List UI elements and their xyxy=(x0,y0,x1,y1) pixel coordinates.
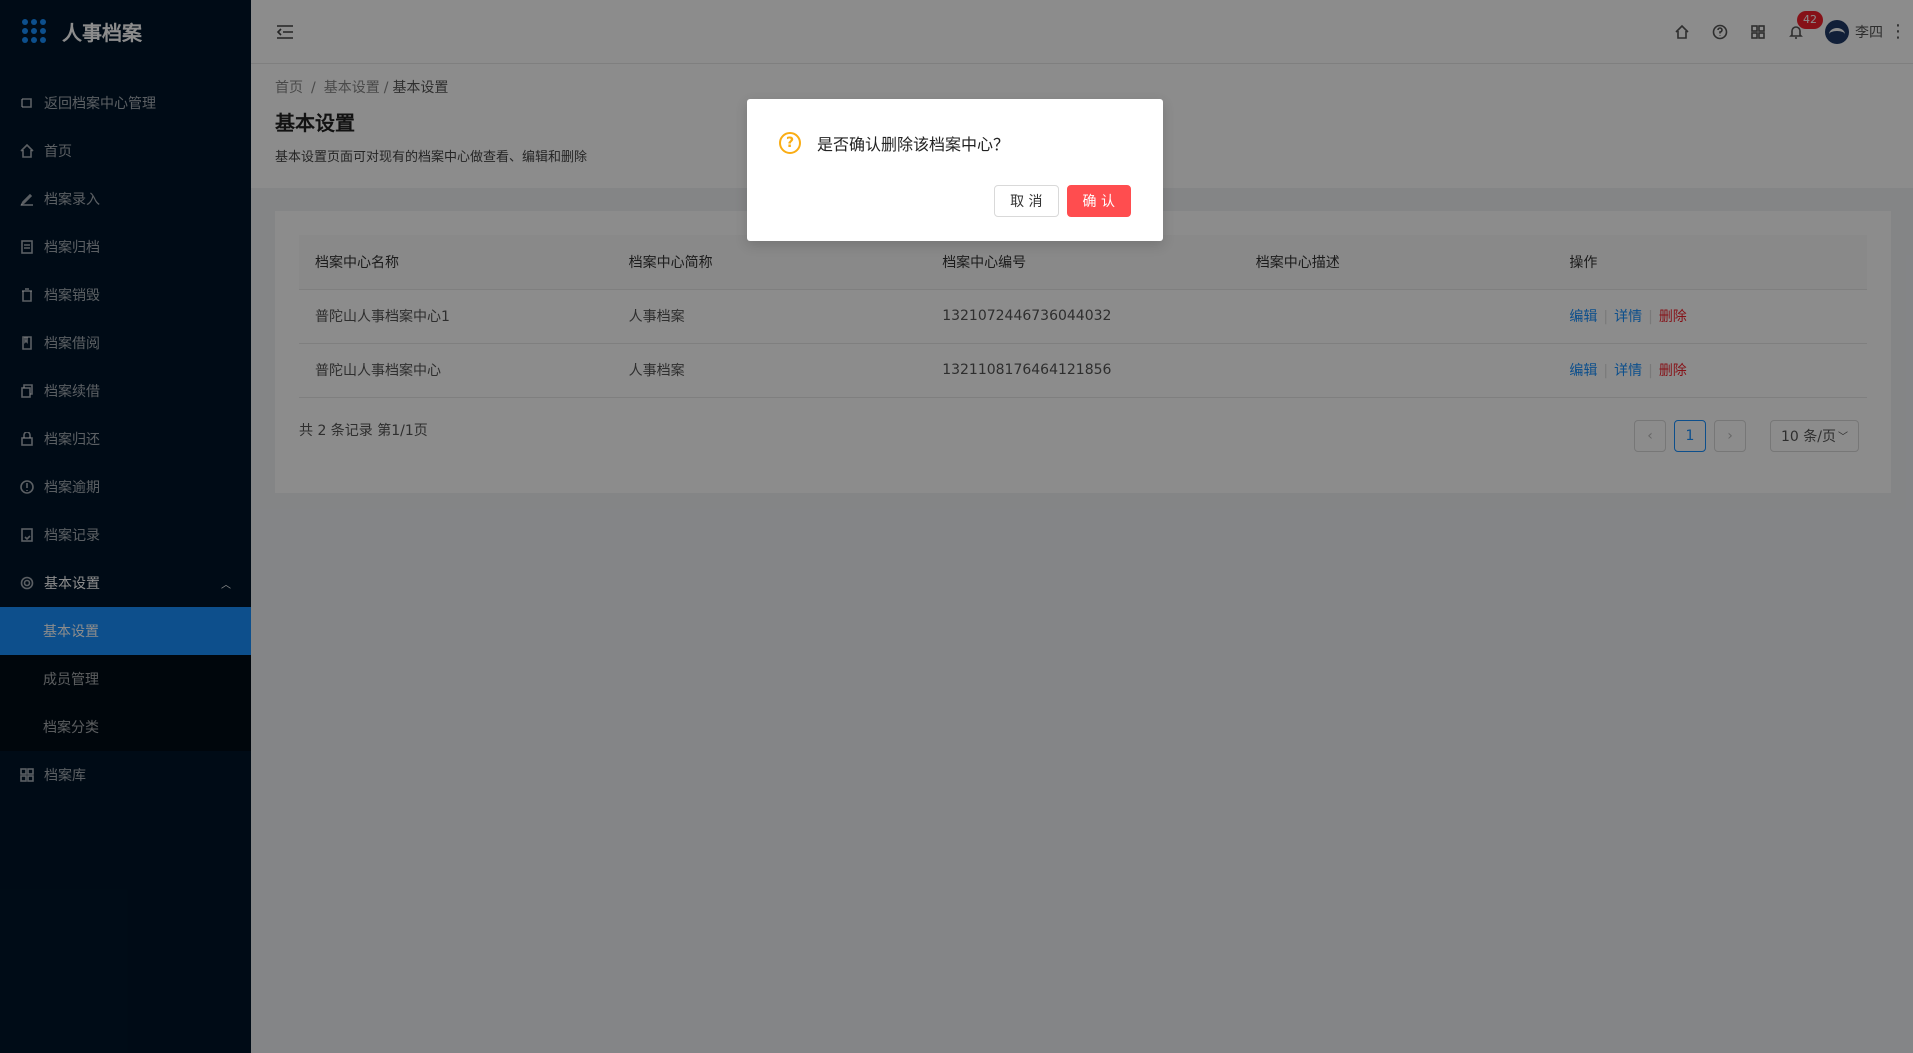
question-circle-icon: ? xyxy=(779,132,801,154)
confirm-delete-modal: ? 是否确认删除该档案中心？ 取 消 确 认 xyxy=(747,99,1163,241)
confirm-button[interactable]: 确 认 xyxy=(1066,185,1131,217)
modal-actions: 取 消 确 认 xyxy=(994,185,1131,217)
cancel-button[interactable]: 取 消 xyxy=(994,185,1059,217)
modal-body: ? 是否确认删除该档案中心？ xyxy=(779,131,1131,155)
modal-title: 是否确认删除该档案中心？ xyxy=(817,135,1010,154)
